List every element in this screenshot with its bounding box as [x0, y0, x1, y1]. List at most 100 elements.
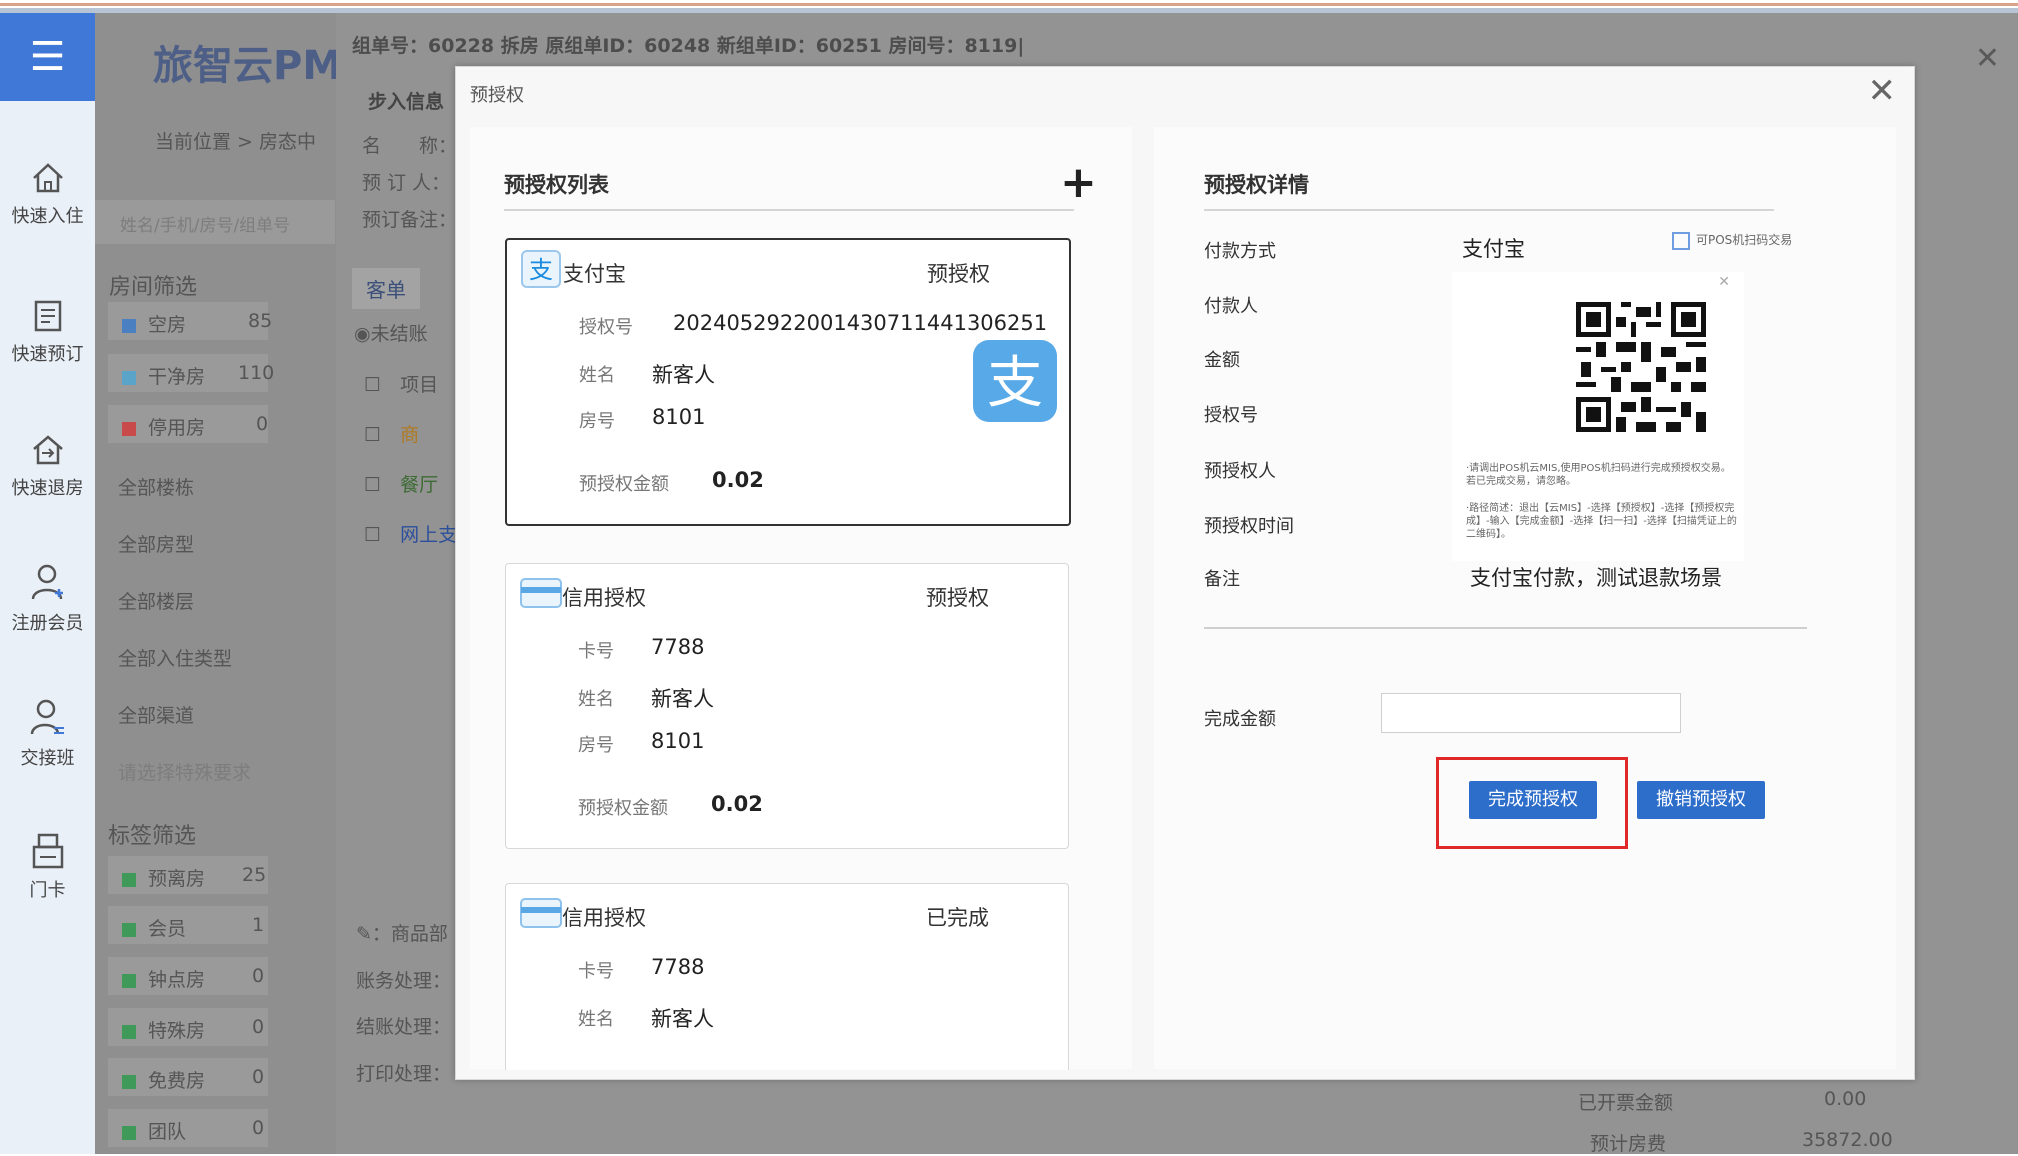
- checkbox-icon[interactable]: ☐: [364, 524, 381, 546]
- field-label: 房号: [579, 411, 615, 432]
- svg-text:支: 支: [529, 256, 553, 284]
- breadcrumb: 当前位置 > 房态中: [155, 131, 316, 153]
- preauth-card-credit-completed[interactable]: 信用授权 已完成 卡号 7788 姓名 新客人: [505, 883, 1069, 1070]
- card-status: 已完成: [926, 906, 989, 930]
- search-input[interactable]: 姓名/手机/房号/组单号: [120, 211, 290, 236]
- card-type: 支付宝: [563, 262, 626, 286]
- tag-filter-item[interactable]: 特殊房 0: [108, 1008, 268, 1046]
- special-request-select[interactable]: 请选择特殊要求: [118, 758, 251, 785]
- pos-hint: 可POS机扫码交易: [1672, 231, 1792, 250]
- room-number: 8101: [652, 405, 706, 429]
- label-payer: 付款人: [1204, 296, 1258, 317]
- nav-register-member[interactable]: 注册会员: [0, 563, 95, 635]
- guest-field-booker: 预 订 人：: [362, 172, 451, 194]
- summary-invoiced-value: 0.00: [1824, 1088, 1867, 1110]
- floor-select[interactable]: 全部楼层: [118, 587, 194, 614]
- qr-code-icon: [1576, 302, 1706, 432]
- label-amount: 金额: [1204, 350, 1240, 371]
- tag-filter-title: 标签筛选: [108, 824, 197, 849]
- field-label: 授权号: [579, 317, 633, 338]
- print-handling: 打印处理：: [356, 1063, 452, 1085]
- nav-quick-checkin[interactable]: 快速入住: [0, 160, 95, 228]
- svg-text:支: 支: [987, 351, 1043, 416]
- label-auth-number: 授权号: [1204, 405, 1258, 426]
- app-title: 旅智云PM: [153, 43, 343, 89]
- goods-label: ✎：商品部: [356, 923, 448, 945]
- checkin-type-select[interactable]: 全部入住类型: [118, 644, 232, 671]
- preauth-modal: 预授权 ✕ 预授权列表 + 支 支付宝 预授权 授权号 202405292200…: [455, 66, 1915, 1080]
- summary-roomfee-value: 35872.00: [1802, 1129, 1893, 1151]
- nav-quick-booking[interactable]: 快速预订: [0, 298, 95, 366]
- credit-card-icon: [520, 578, 562, 608]
- card-status: 预授权: [926, 586, 989, 610]
- room-number: 8101: [651, 729, 705, 753]
- card-icon: [32, 833, 63, 869]
- menu-button[interactable]: ☰: [0, 13, 95, 101]
- close-icon[interactable]: ✕: [1868, 71, 1897, 111]
- radio-icon: ◉: [354, 323, 371, 345]
- nav-shift-handover[interactable]: 交接班: [0, 698, 95, 770]
- checkbox-icon[interactable]: ☐: [364, 424, 381, 446]
- modal-title: 预授权: [470, 85, 524, 106]
- roomtype-select[interactable]: 全部房型: [118, 530, 194, 557]
- guest-field-name: 名 称：: [362, 135, 458, 157]
- checkout-handling: 结账处理：: [356, 1016, 452, 1038]
- tag-filter-item[interactable]: 会员 1: [108, 906, 268, 944]
- room-filter-vacant[interactable]: 空房 85: [108, 302, 272, 340]
- add-icon[interactable]: +: [1060, 161, 1097, 205]
- nav-door-card[interactable]: 门卡: [0, 832, 95, 902]
- checkbox-icon[interactable]: ☐: [364, 474, 381, 496]
- label-remark: 备注: [1204, 569, 1240, 590]
- tag-filter-item[interactable]: 免费房 0: [108, 1058, 268, 1096]
- calendar-icon: [34, 300, 61, 332]
- complete-amount-input[interactable]: [1381, 693, 1681, 733]
- channel-select[interactable]: 全部渠道: [118, 701, 194, 728]
- tag-filter-item[interactable]: 预离房 25: [108, 856, 268, 894]
- field-label: 姓名: [578, 689, 614, 710]
- credit-card-icon: [520, 898, 562, 928]
- room-filter-clean[interactable]: 干净房 110: [108, 354, 274, 392]
- nav-label: 交接班: [20, 748, 75, 769]
- close-icon[interactable]: ✕: [1975, 41, 2000, 76]
- guest-name: 新客人: [651, 687, 714, 711]
- preauth-card-alipay[interactable]: 支 支付宝 预授权 授权号 20240529220014307114413062…: [505, 238, 1071, 526]
- cancel-preauth-button[interactable]: 撤销预授权: [1637, 781, 1765, 819]
- amount-label: 预授权金额: [579, 474, 669, 495]
- account-handling: 账务处理：: [356, 970, 452, 992]
- preauth-card-credit[interactable]: 信用授权 预授权 卡号 7788 姓名 新客人 房号 8101 预授权金额 0.…: [505, 563, 1069, 849]
- checkbox-icon[interactable]: ☐: [364, 374, 381, 396]
- room-filter-disabled[interactable]: 停用房 0: [108, 405, 268, 443]
- guest-info-title: 步入信息: [368, 91, 445, 113]
- preauth-amount: 0.02: [711, 792, 763, 816]
- complete-preauth-button[interactable]: 完成预授权: [1469, 781, 1597, 819]
- label-preauth-time: 预授权时间: [1204, 516, 1294, 537]
- tab-guest-bill[interactable]: 客单: [352, 268, 420, 309]
- detail-title: 预授权详情: [1204, 173, 1309, 197]
- card-status: 预授权: [927, 262, 990, 286]
- list-title: 预授权列表: [504, 173, 609, 197]
- field-label: 卡号: [578, 961, 614, 982]
- building-select[interactable]: 全部楼栋: [118, 473, 194, 500]
- order-header: 组单号：60228 拆房 原组单ID：60248 新组单ID：60251 房间号…: [352, 35, 1025, 57]
- tag-filter-item[interactable]: 团队 0: [108, 1109, 268, 1147]
- field-label: 姓名: [578, 1009, 614, 1030]
- nav-label: 快速预订: [11, 344, 84, 365]
- nav-quick-checkout[interactable]: 快速退房: [0, 432, 95, 500]
- tag-filter-item[interactable]: 钟点房 0: [108, 957, 268, 995]
- table-row: ☐ 项目: [364, 374, 439, 396]
- user-add-icon: [31, 564, 63, 600]
- user-switch-icon: [30, 699, 64, 735]
- radio-unsettled[interactable]: ◉未结账: [354, 319, 428, 346]
- alipay-icon: 支: [521, 250, 561, 288]
- card-number: 7788: [651, 955, 705, 979]
- preauth-detail-panel: 预授权详情 付款方式 支付宝 可POS机扫码交易 付款人 金额 授权号 预授权人…: [1154, 127, 1896, 1069]
- label-preauth-user: 预授权人: [1204, 461, 1276, 482]
- label-pay-method: 付款方式: [1204, 241, 1276, 262]
- label-complete-amount: 完成金额: [1204, 709, 1276, 730]
- field-label: 房号: [578, 735, 614, 756]
- preauth-list-panel: 预授权列表 + 支 支付宝 预授权 授权号 202405292200143071…: [470, 127, 1132, 1070]
- close-icon[interactable]: ✕: [1718, 274, 1730, 290]
- amount-label: 预授权金额: [578, 798, 668, 819]
- table-row: ☐ 餐厅: [364, 474, 439, 496]
- nav-label: 快速退房: [11, 478, 84, 499]
